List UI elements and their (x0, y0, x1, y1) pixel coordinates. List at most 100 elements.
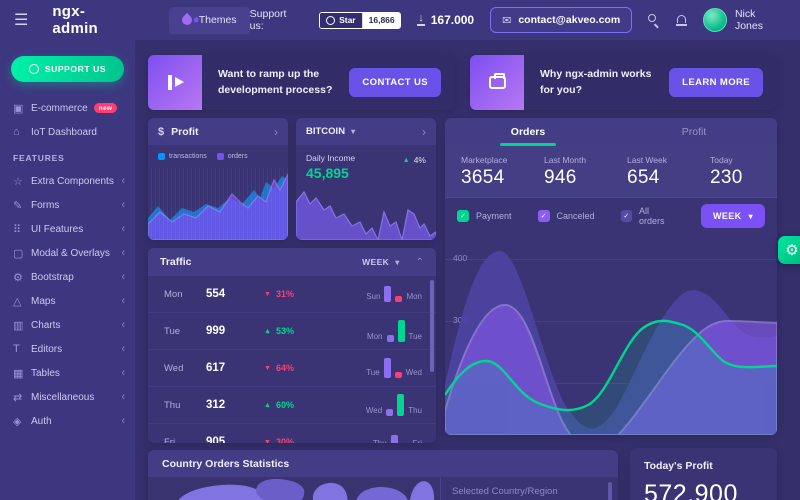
todays-profit-title: Today's Profit (644, 460, 763, 472)
divider (440, 477, 441, 500)
traffic-row: Mon 554 ▼31% SunMon (148, 276, 436, 313)
stat-last-week: Last Week 654 (611, 155, 694, 189)
keypad-icon: ⠿ (13, 223, 31, 236)
download-icon: ↓ (417, 14, 425, 26)
compare-bar (391, 435, 398, 443)
user-menu[interactable]: Nick Jones (703, 8, 786, 32)
traffic-row: Tue 999 ▲53% MonTue (148, 313, 436, 350)
sidebar: SUPPORT US ▣ E-commerce new ⌂ IoT Dashbo… (0, 40, 135, 500)
scrollbar[interactable] (608, 482, 612, 500)
daily-income-value: 45,895 (306, 165, 355, 181)
sidebar-item-bootstrap[interactable]: ⚙ Bootstrap ‹ (0, 265, 135, 289)
legend-checkbox-all-orders[interactable]: ✓ All orders (621, 206, 675, 226)
contact-us-button[interactable]: CONTACT US (349, 68, 441, 97)
period-dropdown[interactable]: WEEK ▾ (701, 204, 765, 228)
daily-income-delta: ▲ 4% (403, 155, 426, 165)
traffic-row: Wed 617 ▼64% TueWed (148, 350, 436, 387)
chevron-right-icon[interactable]: › (274, 125, 278, 139)
compare-bar (395, 296, 402, 302)
compare-bar (384, 358, 391, 378)
trend-down-icon: ▼ (264, 439, 271, 444)
chevron-left-icon: ‹ (121, 176, 125, 187)
sidebar-item-maps[interactable]: △ Maps ‹ (0, 289, 135, 313)
collapse-icon[interactable]: ⌃ (416, 257, 424, 268)
shopping-bag-icon: ▣ (13, 102, 31, 115)
stat-marketplace: Marketplace 3654 (445, 155, 528, 189)
profit-card: $ Profit › transactions orders (148, 118, 288, 240)
trend-up-icon: ▲ (403, 157, 410, 164)
banner-text: Want to ramp up the development process? (202, 67, 349, 97)
daily-income-label: Daily Income (306, 153, 355, 163)
chevron-left-icon: ‹ (121, 200, 125, 211)
trend-up-icon: ▲ (264, 402, 271, 409)
scrollbar[interactable] (430, 280, 434, 372)
chevron-left-icon: ‹ (121, 272, 125, 283)
notifications-icon[interactable] (676, 15, 687, 26)
chevron-left-icon: ‹ (121, 344, 125, 355)
home-icon: ⌂ (13, 126, 31, 138)
sidebar-item-ecommerce[interactable]: ▣ E-commerce new (0, 96, 135, 120)
search-icon[interactable] (648, 14, 660, 26)
sidebar-item-tables[interactable]: ▦ Tables ‹ (0, 361, 135, 385)
stat-today: Today 230 (694, 155, 777, 189)
compare-bar (386, 409, 393, 416)
user-name: Nick Jones (735, 8, 786, 32)
star-icon: ☆ (13, 175, 31, 188)
chevron-right-icon[interactable]: › (422, 125, 426, 139)
services-icon (168, 75, 183, 90)
checkbox-icon: ✓ (538, 210, 550, 222)
new-badge: new (94, 103, 118, 113)
sidebar-item-modal-overlays[interactable]: ▢ Modal & Overlays ‹ (0, 241, 135, 265)
trend-down-icon: ▼ (264, 365, 271, 372)
sidebar-item-extra-components[interactable]: ☆ Extra Components ‹ (0, 169, 135, 193)
banner-icon-box (470, 55, 524, 110)
stat-last-month: Last Month 946 (528, 155, 611, 189)
orders-legend: ✓ Payment ✓ Canceled ✓ All orders WEEK ▾ (445, 198, 777, 234)
sidebar-item-forms[interactable]: ✎ Forms ‹ (0, 193, 135, 217)
caret-down-icon: ▾ (749, 212, 753, 221)
gear-icon: ⚙ (13, 271, 31, 284)
legend-checkbox-canceled[interactable]: ✓ Canceled (538, 210, 595, 222)
edit-icon: ✎ (13, 199, 31, 212)
banner-icon-box (148, 55, 202, 110)
settings-toggle-button[interactable]: ⚙ (778, 236, 800, 264)
caret-down-icon: ▾ (351, 127, 355, 136)
mail-icon: ✉ (502, 14, 511, 27)
chevron-left-icon: ‹ (121, 296, 125, 307)
chevron-left-icon: ‹ (121, 224, 125, 235)
sidebar-item-auth[interactable]: ◈ Auth ‹ (0, 409, 135, 433)
chevron-left-icon: ‹ (121, 320, 125, 331)
compare-bar (397, 394, 404, 416)
themes-label: Themes (199, 14, 237, 26)
chevron-left-icon: ‹ (121, 368, 125, 379)
learn-more-button[interactable]: LEARN MORE (669, 68, 763, 97)
contact-button[interactable]: ✉ contact@akveo.com (490, 7, 632, 33)
sidebar-item-editors[interactable]: T Editors ‹ (0, 337, 135, 361)
orders-stats: Marketplace 3654 Last Month 946 Last Wee… (445, 146, 777, 198)
tab-profit[interactable]: Profit (611, 118, 777, 146)
sidebar-item-iot-dashboard[interactable]: ⌂ IoT Dashboard (0, 120, 135, 144)
compare-bar (384, 286, 391, 302)
checkbox-icon: ✓ (621, 210, 632, 222)
menu-toggle-icon[interactable]: ☰ (14, 10, 28, 30)
github-star-badge[interactable]: Star 16,866 (319, 12, 401, 29)
sidebar-item-miscellaneous[interactable]: ⇄ Miscellaneous ‹ (0, 385, 135, 409)
sidebar-item-ui-features[interactable]: ⠿ UI Features ‹ (0, 217, 135, 241)
app-logo[interactable]: ngx-admin (52, 3, 130, 37)
support-us-button[interactable]: SUPPORT US (11, 56, 124, 82)
themes-dropdown[interactable]: Themes (169, 7, 250, 34)
legend-checkbox-payment[interactable]: ✓ Payment (457, 210, 512, 222)
table-icon: ▦ (13, 367, 31, 380)
trend-up-icon: ▲ (264, 328, 271, 335)
tab-orders[interactable]: Orders (445, 118, 611, 146)
traffic-row: Fri 905 ▼30% ThuFri (148, 424, 436, 443)
text-icon: T (13, 343, 31, 355)
currency-selector[interactable]: BITCOIN ▾ (306, 126, 355, 137)
traffic-period-dropdown[interactable]: WEEK ▾ (362, 257, 400, 267)
world-map[interactable] (148, 477, 440, 500)
sidebar-item-charts[interactable]: ▥ Charts ‹ (0, 313, 135, 337)
github-icon (326, 16, 335, 25)
profit-mini-chart (148, 168, 288, 240)
country-orders-card: Country Orders Statistics Selected Count… (148, 450, 618, 500)
orders-area-chart: 400 300 200 (445, 235, 777, 435)
